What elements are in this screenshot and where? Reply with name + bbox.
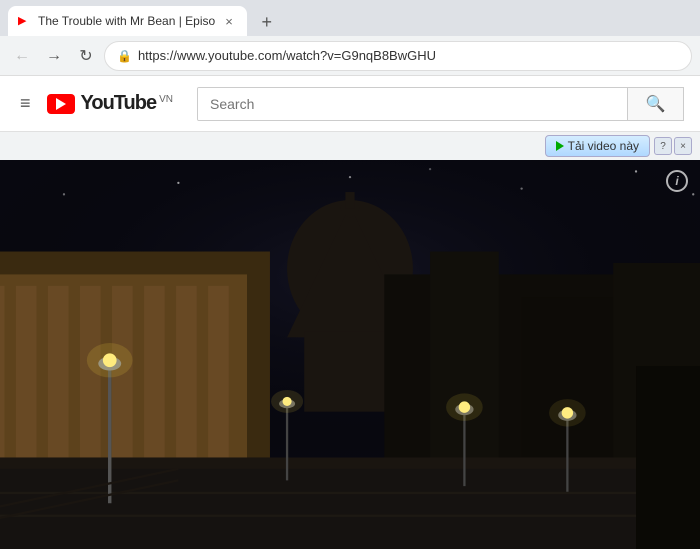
banner-close-button[interactable]: ×	[674, 137, 692, 155]
hamburger-menu[interactable]: ≡	[16, 89, 35, 118]
reload-button[interactable]: ↻	[72, 42, 100, 70]
search-button[interactable]: 🔍	[628, 87, 684, 121]
video-scene: i	[0, 160, 700, 549]
lock-icon: 🔒	[117, 49, 132, 63]
toolbar: ← → ↻ 🔒 https://www.youtube.com/watch?v=…	[0, 36, 700, 76]
url-text: https://www.youtube.com/watch?v=G9nqB8Bw…	[138, 48, 679, 63]
tab-bar: ▶ The Trouble with Mr Bean | Episo × +	[0, 0, 700, 36]
back-button[interactable]: ←	[8, 42, 36, 70]
tab-title: The Trouble with Mr Bean | Episo	[38, 14, 215, 28]
download-play-icon	[556, 141, 564, 151]
youtube-play-triangle	[56, 98, 66, 110]
forward-button[interactable]: →	[40, 42, 68, 70]
banner-close-buttons: ? ×	[654, 137, 692, 155]
address-bar[interactable]: 🔒 https://www.youtube.com/watch?v=G9nqB8…	[104, 41, 692, 71]
tab-favicon: ▶	[18, 14, 32, 28]
active-tab[interactable]: ▶ The Trouble with Mr Bean | Episo ×	[8, 6, 247, 36]
search-bar[interactable]	[197, 87, 628, 121]
video-container[interactable]: i ▶ ⏭ 🔊 0:01 / 24:59	[0, 160, 700, 549]
browser-frame: ▶ The Trouble with Mr Bean | Episo × + ←…	[0, 0, 700, 549]
youtube-logo-icon	[47, 94, 75, 114]
download-banner: Tải video này ? ×	[0, 132, 700, 160]
video-frame	[0, 160, 700, 549]
banner-help-button[interactable]: ?	[654, 137, 672, 155]
youtube-logo-text: YouTube	[81, 92, 157, 115]
youtube-region-label: VN	[159, 94, 173, 105]
youtube-logo[interactable]: YouTube VN	[47, 92, 173, 115]
youtube-header: ≡ YouTube VN 🔍	[0, 76, 700, 132]
download-label: Tải video này	[568, 139, 639, 153]
new-tab-button[interactable]: +	[253, 8, 281, 36]
video-info-button[interactable]: i	[666, 170, 688, 192]
search-input[interactable]	[198, 88, 627, 120]
info-icon-label: i	[675, 174, 678, 188]
tab-close-button[interactable]: ×	[221, 12, 237, 31]
download-button[interactable]: Tải video này	[545, 135, 650, 157]
